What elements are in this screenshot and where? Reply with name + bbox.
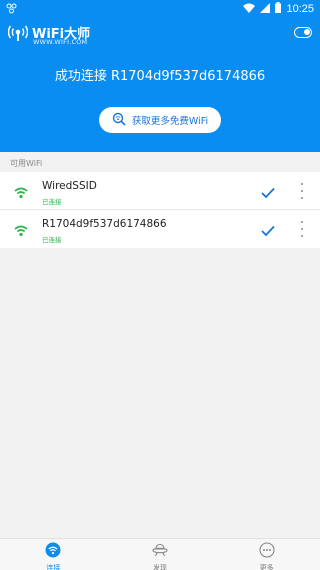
- app-logo-icon: [7, 24, 29, 46]
- wifi-search-icon: [112, 112, 126, 129]
- get-more-wifi-label: 获取更多免费WiFi: [131, 116, 209, 127]
- cell-signal-icon: [260, 2, 271, 16]
- get-more-wifi-button[interactable]: 获取更多免费WiFi: [99, 107, 221, 133]
- signal-hd-icon: [6, 2, 18, 17]
- nav-tab-connect[interactable]: 连接: [0, 539, 107, 570]
- wifi-ssid: WiredSSID: [42, 180, 97, 192]
- wifi-connection-status: 已连接: [42, 236, 62, 244]
- wifi-list-item[interactable]: R1704d9f537d6174866 已连接: [0, 210, 320, 248]
- status-bar: 10:25: [0, 0, 320, 18]
- clock: 10:25: [286, 3, 314, 15]
- wifi-ssid: R1704d9f537d6174866: [42, 218, 167, 230]
- app-url: WWW.WIFI.COM: [33, 38, 88, 46]
- available-wifi-label: 可用WiFi: [10, 159, 43, 168]
- header: WiFi大师 WWW.WIFI.COM 成功连接 R1704d9f537d617…: [0, 18, 320, 152]
- discover-icon: [152, 542, 168, 562]
- nav-label: 更多: [259, 564, 274, 570]
- more-options-icon[interactable]: [298, 221, 306, 237]
- wifi-signal-icon: [14, 184, 28, 203]
- more-options-icon[interactable]: [298, 183, 306, 199]
- nav-tab-more[interactable]: 更多: [213, 539, 320, 570]
- nav-label: 发现: [153, 564, 167, 570]
- wifi-toggle[interactable]: [294, 27, 312, 38]
- battery-icon: [275, 2, 282, 16]
- wifi-signal-icon: [14, 222, 28, 241]
- nav-tab-discover[interactable]: 发现: [107, 539, 214, 570]
- wifi-list: WiredSSID 已连接 R1704d9f537d6174866 已连接: [0, 172, 320, 248]
- wifi-list-item[interactable]: WiredSSID 已连接: [0, 172, 320, 210]
- wifi-icon: [45, 542, 61, 562]
- bottom-nav: 连接 发现 更多: [0, 538, 320, 570]
- wifi-status-icon: [243, 3, 256, 16]
- wifi-connection-status: 已连接: [42, 198, 62, 206]
- checkmark-icon: [261, 222, 275, 241]
- nav-label: 连接: [46, 564, 61, 570]
- checkmark-icon: [261, 184, 275, 203]
- connected-status-title: 成功连接 R1704d9f537d6174866: [54, 69, 266, 84]
- more-icon: [259, 542, 275, 562]
